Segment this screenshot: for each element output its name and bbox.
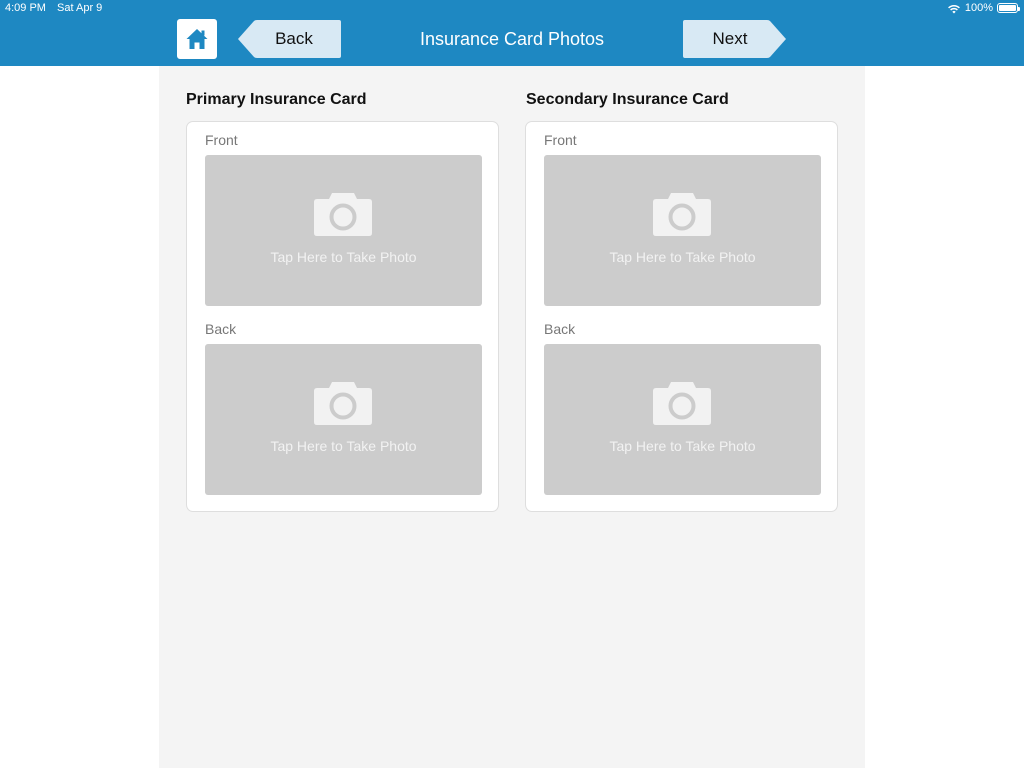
- back-button-label: Back: [275, 29, 313, 48]
- back-button[interactable]: Back: [236, 19, 342, 59]
- secondary-front-label: Front: [544, 132, 577, 148]
- primary-front-photo[interactable]: Tap Here to Take Photo: [205, 155, 482, 306]
- primary-back-tap-text: Tap Here to Take Photo: [270, 438, 417, 454]
- status-time: 4:09 PM: [5, 2, 46, 14]
- primary-front-label: Front: [205, 132, 238, 148]
- battery-percent: 100%: [964, 2, 993, 14]
- secondary-back-tap-text: Tap Here to Take Photo: [609, 438, 756, 454]
- status-bar-left: 4:09 PM Sat Apr 9: [5, 2, 110, 14]
- camera-icon: [653, 382, 711, 425]
- primary-card-panel: Front Tap Here to Take Photo Back Tap He…: [186, 121, 499, 512]
- secondary-front-photo[interactable]: Tap Here to Take Photo: [544, 155, 821, 306]
- home-button[interactable]: [177, 19, 217, 59]
- battery-icon: [997, 3, 1020, 13]
- wifi-icon: [947, 4, 960, 13]
- status-bar-right: 100%: [947, 2, 1020, 14]
- secondary-front-tap-text: Tap Here to Take Photo: [609, 249, 756, 265]
- camera-icon: [653, 193, 711, 236]
- home-icon: [186, 29, 208, 49]
- camera-icon: [314, 193, 372, 236]
- secondary-card-panel: Front Tap Here to Take Photo Back Tap He…: [525, 121, 838, 512]
- secondary-back-photo[interactable]: Tap Here to Take Photo: [544, 344, 821, 495]
- secondary-back-label: Back: [544, 321, 576, 337]
- primary-card-title: Primary Insurance Card: [186, 91, 367, 108]
- status-date: Sat Apr 9: [57, 2, 103, 14]
- primary-front-tap-text: Tap Here to Take Photo: [270, 249, 417, 265]
- primary-back-label: Back: [205, 321, 237, 337]
- camera-icon: [314, 382, 372, 425]
- main-content: Primary Insurance Card Front Tap Here to…: [159, 66, 865, 768]
- primary-back-photo[interactable]: Tap Here to Take Photo: [205, 344, 482, 495]
- page-title: Insurance Card Photos: [419, 29, 605, 49]
- top-bar: 4:09 PM Sat Apr 9 100% Back Insurance Ca…: [0, 0, 1024, 66]
- next-button[interactable]: Next: [682, 19, 788, 59]
- secondary-card-title: Secondary Insurance Card: [526, 91, 729, 108]
- next-button-label: Next: [712, 29, 748, 48]
